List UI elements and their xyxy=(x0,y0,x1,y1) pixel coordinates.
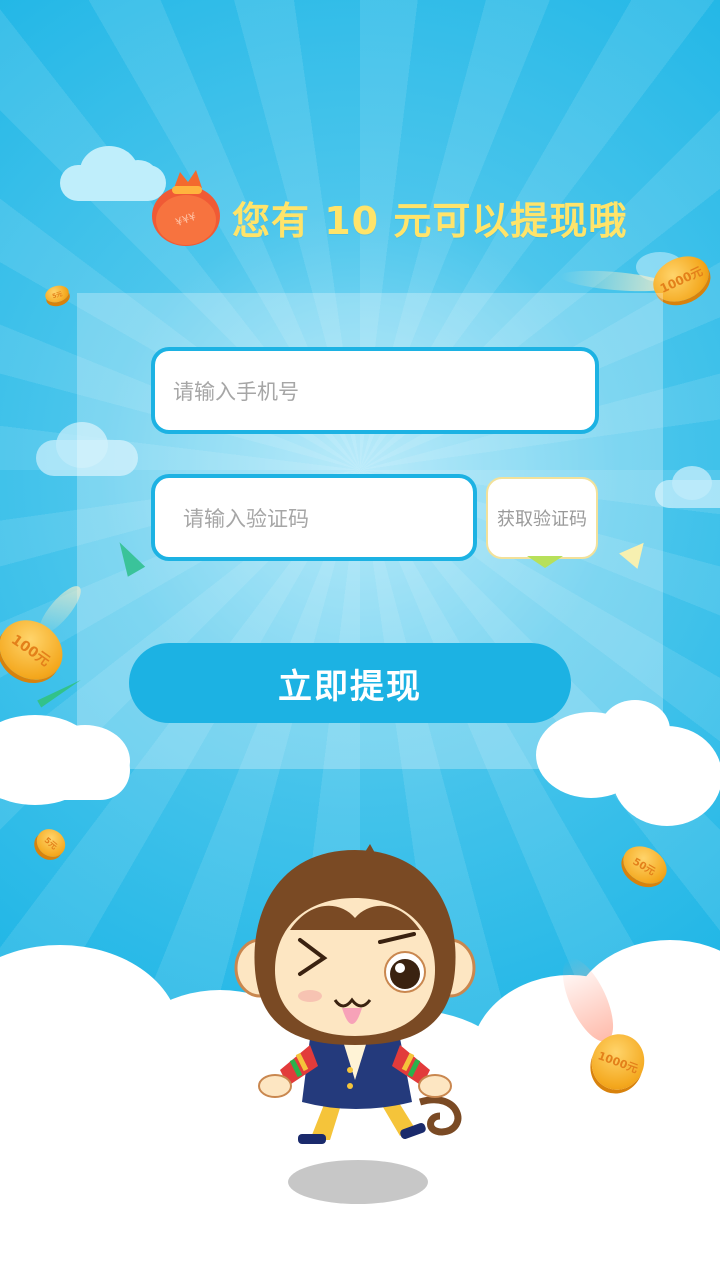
code-placeholder: 请输入验证码 xyxy=(183,506,309,531)
get-code-button[interactable]: 获取验证码 xyxy=(486,477,598,559)
phone-input[interactable]: 请输入手机号 xyxy=(151,347,599,434)
verification-code-input[interactable]: 请输入验证码 xyxy=(151,474,477,561)
monkey-mascot xyxy=(230,840,480,1210)
coin-label: 5元 xyxy=(51,290,64,300)
coin-label: 100元 xyxy=(8,631,53,670)
coin-label: 1000元 xyxy=(596,1049,640,1076)
confetti xyxy=(527,556,563,568)
coin-label: 1000元 xyxy=(657,263,705,296)
withdraw-headline: 您有 10 元可以提现哦 xyxy=(232,199,628,243)
coin-label: 50元 xyxy=(630,855,658,878)
coin-label: 5元 xyxy=(42,835,60,851)
money-bag-icon: ¥¥¥ xyxy=(146,168,226,252)
phone-placeholder: 请输入手机号 xyxy=(173,379,299,404)
withdraw-page: ¥¥¥ 您有 10 元可以提现哦 1000元 5元 请输入手机号 请输入验证码 … xyxy=(0,0,720,1281)
withdraw-submit-button[interactable]: 立即提现 xyxy=(129,643,571,723)
